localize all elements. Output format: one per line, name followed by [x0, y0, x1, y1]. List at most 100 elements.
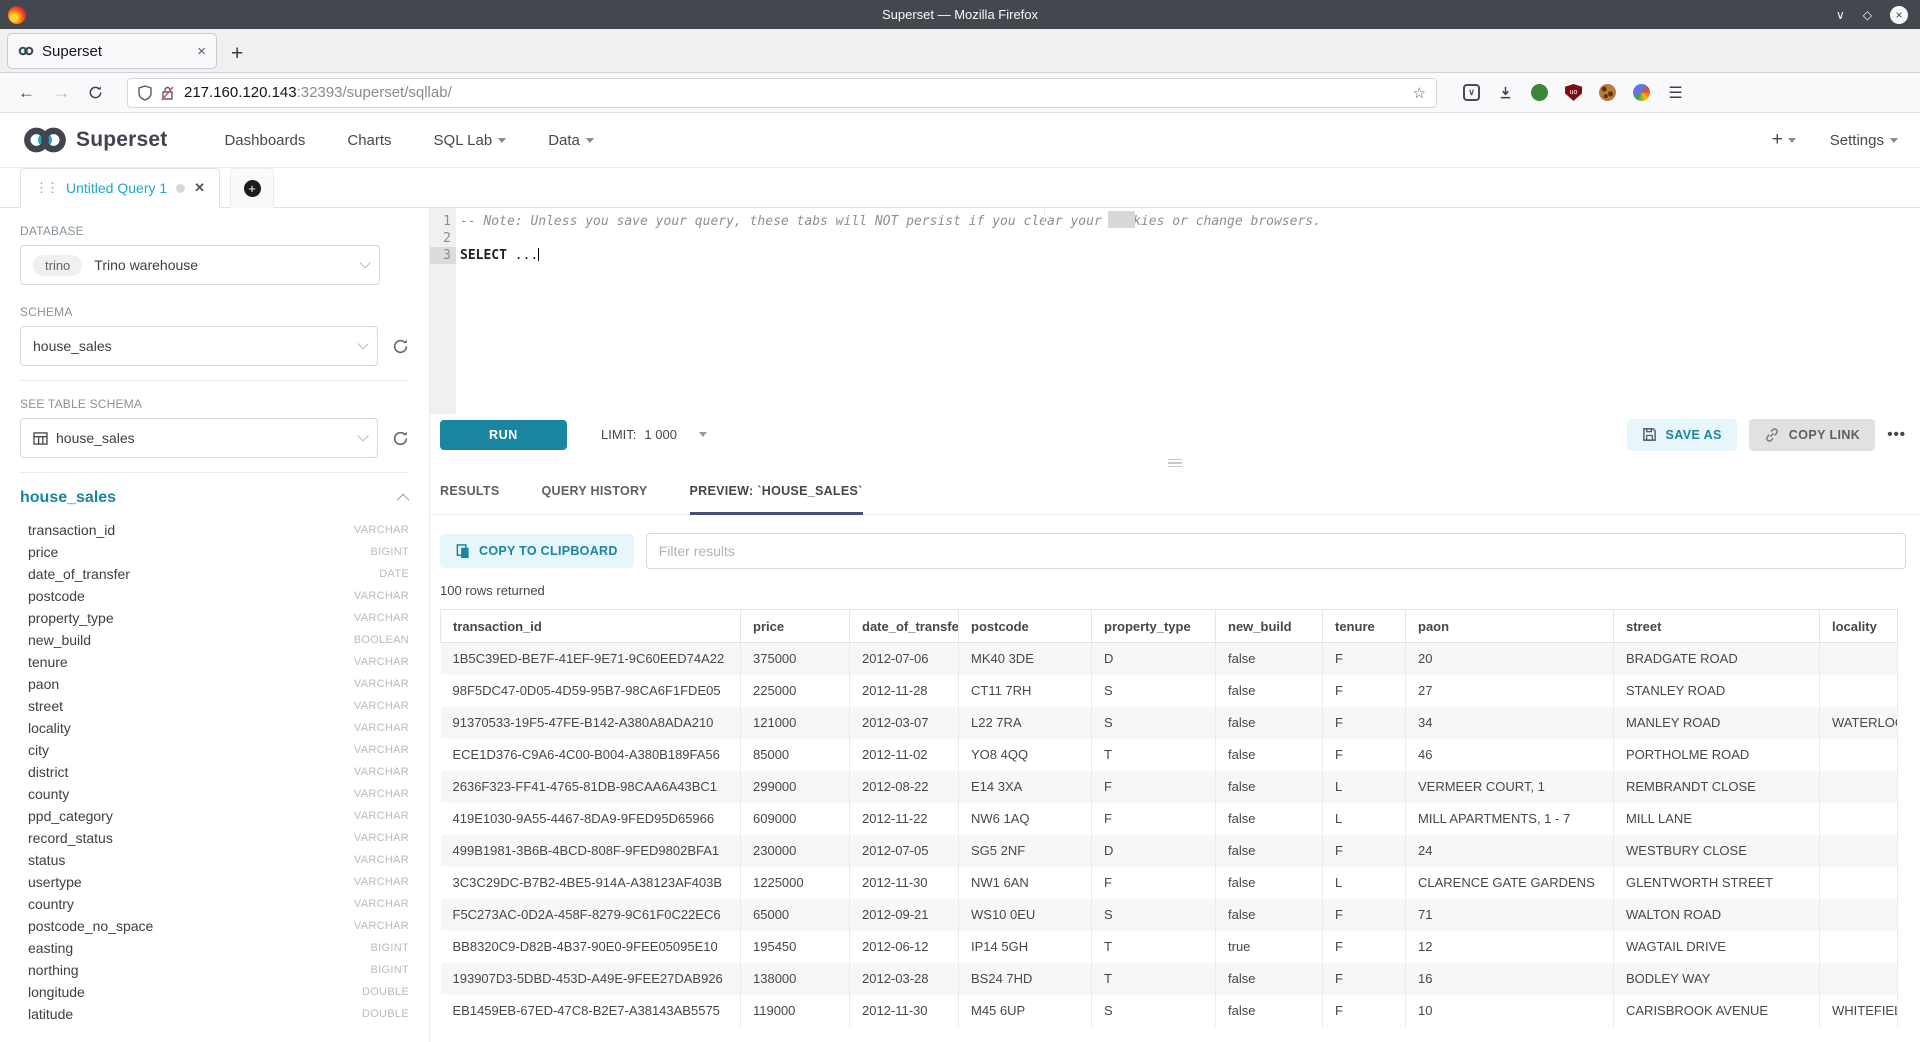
- sql-editor[interactable]: 1 2 3 -- Note: Unless you save your quer…: [430, 208, 1920, 414]
- schema-column-row: statusVARCHAR: [20, 849, 409, 871]
- copy-to-clipboard-button[interactable]: COPY TO CLIPBOARD: [440, 534, 634, 568]
- table-cell: 91370533-19F5-47FE-B142-A380A8ADA210: [441, 707, 741, 739]
- collapse-chevron-icon[interactable]: [397, 493, 410, 506]
- copy-link-button[interactable]: COPY LINK: [1749, 419, 1875, 451]
- tab-results[interactable]: RESULTS: [440, 484, 500, 515]
- superset-logo-icon: [22, 125, 68, 155]
- more-menu-button[interactable]: •••: [1887, 426, 1906, 443]
- table-cell: S: [1092, 899, 1216, 931]
- table-cell: 2012-11-30: [850, 867, 959, 899]
- forward-button[interactable]: →: [53, 83, 70, 103]
- back-button[interactable]: ←: [18, 83, 35, 103]
- window-close-icon[interactable]: ×: [1890, 6, 1908, 24]
- table-cell: 2012-09-21: [850, 899, 959, 931]
- ublock-icon[interactable]: uo: [1565, 84, 1582, 101]
- refresh-table-icon[interactable]: [392, 430, 409, 447]
- url-field[interactable]: 217.160.120.143:32393/superset/sqllab/ ☆: [127, 78, 1437, 108]
- download-icon[interactable]: [1497, 84, 1514, 101]
- database-select[interactable]: trino Trino warehouse: [20, 245, 380, 285]
- table-row: EB1459EB-67ED-47C8-B2E7-A38143AB55751190…: [441, 995, 1898, 1027]
- nav-item-dashboards[interactable]: Dashboards: [224, 132, 305, 149]
- nav-item-sql-lab[interactable]: SQL Lab: [434, 132, 507, 149]
- print-margin-line: [1044, 208, 1045, 225]
- column-name: postcode_no_space: [28, 918, 153, 934]
- window-minimize-icon[interactable]: ∨: [1836, 8, 1845, 22]
- table-schema-label: SEE TABLE SCHEMA: [20, 397, 409, 411]
- results-header-new_build[interactable]: new_build: [1216, 610, 1323, 643]
- table-select[interactable]: house_sales: [20, 418, 378, 458]
- bookmark-star-icon[interactable]: ☆: [1413, 84, 1426, 102]
- reload-button[interactable]: [88, 85, 103, 100]
- column-name: new_build: [28, 632, 91, 648]
- column-name: postcode: [28, 588, 85, 604]
- table-cell: 299000: [741, 771, 850, 803]
- table-cell: [1820, 835, 1898, 867]
- results-header-property_type[interactable]: property_type: [1092, 610, 1216, 643]
- schema-select[interactable]: house_sales: [20, 326, 378, 366]
- browser-tab[interactable]: Superset ×: [7, 33, 217, 69]
- table-cell: CT11 7RH: [959, 675, 1092, 707]
- add-new-button[interactable]: +: [1772, 129, 1796, 151]
- query-tab-close-icon[interactable]: ✕: [194, 180, 205, 196]
- tab-close-icon[interactable]: ×: [197, 43, 206, 60]
- settings-menu[interactable]: Settings: [1830, 132, 1898, 149]
- add-query-tab[interactable]: +: [230, 168, 274, 208]
- pane-resize-handle[interactable]: [430, 455, 1920, 471]
- refresh-schema-icon[interactable]: [392, 338, 409, 355]
- results-header-tenure[interactable]: tenure: [1323, 610, 1406, 643]
- nav-item-charts[interactable]: Charts: [347, 132, 391, 149]
- results-header-postcode[interactable]: postcode: [959, 610, 1092, 643]
- table-cell: SG5 2NF: [959, 835, 1092, 867]
- limit-dropdown[interactable]: LIMIT: 1 000: [601, 427, 707, 442]
- table-cell: 3C3C29DC-B7B2-4BE5-914A-A38123AF403B: [441, 867, 741, 899]
- schema-column-row: countryVARCHAR: [20, 893, 409, 915]
- table-grid-icon: [33, 432, 48, 445]
- editor-scrollbar[interactable]: [1108, 211, 1135, 228]
- superset-brand[interactable]: Superset: [22, 125, 167, 155]
- results-header-locality[interactable]: locality: [1820, 610, 1898, 643]
- shield-icon[interactable]: [138, 85, 152, 101]
- menu-hamburger-icon[interactable]: ☰: [1667, 84, 1684, 101]
- chevron-down-icon: [586, 138, 594, 143]
- table-cell: F: [1323, 835, 1406, 867]
- table-cell: WATERLOO: [1820, 707, 1898, 739]
- window-maximize-icon[interactable]: ◇: [1863, 8, 1872, 22]
- query-tab-bar: ⋮⋮ Untitled Query 1 ✕ +: [0, 168, 1920, 208]
- tab-query-history[interactable]: QUERY HISTORY: [542, 484, 648, 515]
- new-tab-button[interactable]: +: [231, 43, 243, 64]
- column-name: longitude: [28, 984, 85, 1000]
- table-cell: [1820, 771, 1898, 803]
- extension-pinwheel-icon[interactable]: [1633, 84, 1650, 101]
- table-cell: L22 7RA: [959, 707, 1092, 739]
- privacy-badger-icon[interactable]: [1531, 84, 1548, 101]
- cookie-extension-icon[interactable]: [1599, 84, 1616, 101]
- table-cell: 2012-11-30: [850, 995, 959, 1027]
- save-as-button[interactable]: SAVE AS: [1627, 419, 1737, 451]
- table-cell: NW6 1AQ: [959, 803, 1092, 835]
- rows-returned-text: 100 rows returned: [440, 583, 1920, 598]
- run-button[interactable]: RUN: [440, 420, 567, 450]
- table-cell: M45 6UP: [959, 995, 1092, 1027]
- column-type: VARCHAR: [354, 744, 409, 756]
- tab-preview[interactable]: PREVIEW: `HOUSE_SALES`: [690, 484, 863, 515]
- brand-name: Superset: [76, 128, 167, 152]
- lock-crossed-icon[interactable]: [161, 85, 174, 101]
- query-tab[interactable]: ⋮⋮ Untitled Query 1 ✕: [20, 168, 220, 208]
- nav-item-data[interactable]: Data: [548, 132, 594, 149]
- table-cell: L: [1323, 771, 1406, 803]
- table-cell: 2012-06-12: [850, 931, 959, 963]
- table-cell: [1820, 931, 1898, 963]
- results-header-transaction_id[interactable]: transaction_id: [441, 610, 741, 643]
- link-icon: [1764, 427, 1780, 443]
- results-header-price[interactable]: price: [741, 610, 850, 643]
- filter-results-input[interactable]: [646, 533, 1906, 569]
- pocket-icon[interactable]: ∨: [1463, 84, 1480, 101]
- results-header-date_of_transfer[interactable]: date_of_transfer: [850, 610, 959, 643]
- drag-dots-icon[interactable]: ⋮⋮: [35, 180, 57, 196]
- column-name: usertype: [28, 874, 82, 890]
- table-cell: WHITEFIELD: [1820, 995, 1898, 1027]
- results-header-street[interactable]: street: [1614, 610, 1820, 643]
- table-cell: F5C273AC-0D2A-458F-8279-9C61F0C22EC6: [441, 899, 741, 931]
- results-header-paon[interactable]: paon: [1406, 610, 1614, 643]
- table-cell: BS24 7HD: [959, 963, 1092, 995]
